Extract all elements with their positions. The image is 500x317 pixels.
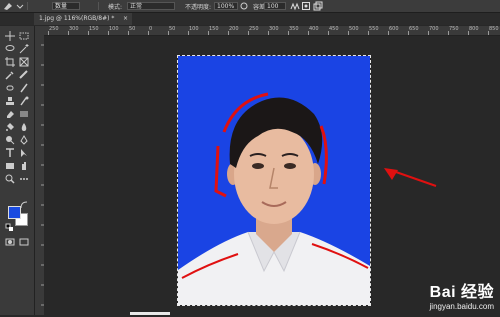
paint-bucket-icon[interactable] xyxy=(4,121,16,132)
opacity-field[interactable]: 100% xyxy=(214,2,238,10)
spot-heal-icon[interactable] xyxy=(4,82,16,93)
ruler-icon[interactable] xyxy=(18,69,30,80)
gradient-icon[interactable] xyxy=(18,108,30,119)
default-colors-icon[interactable] xyxy=(4,222,16,233)
quick-mask-icon[interactable] xyxy=(4,236,16,247)
mode-select[interactable]: 正常 xyxy=(127,2,175,10)
horizontal-ruler: 250 300 150 100 50 0 50 100 150 200 250 300 350 400 45… xyxy=(44,26,500,36)
opacity-label: 不透明度: xyxy=(185,4,212,11)
portrait-photo[interactable] xyxy=(177,55,371,306)
tolerance-field[interactable]: 100 xyxy=(264,2,286,10)
document-tab-bar: 1.jpg @ 116%(RGB/8#) * × xyxy=(0,13,500,25)
swap-colors-icon[interactable] xyxy=(18,199,30,210)
contiguous-icon[interactable] xyxy=(301,1,311,11)
stamp-icon[interactable] xyxy=(4,95,16,106)
document-tab[interactable]: 1.jpg @ 116%(RGB/8#) * × xyxy=(34,13,132,25)
options-bar: 数量 模式: 正常 不透明度: 100% 容差: 100 xyxy=(0,0,500,13)
close-tab-icon[interactable]: × xyxy=(123,13,128,25)
rectangle-icon[interactable] xyxy=(4,160,16,171)
tool-preset-dropdown-icon[interactable] xyxy=(16,1,24,11)
zoom-icon[interactable] xyxy=(4,173,16,184)
baidu-watermark: Bai 经验 jingyan.baidu.com xyxy=(430,278,494,311)
watermark-main: Bai 经验 xyxy=(429,284,494,301)
path-select-icon[interactable] xyxy=(18,147,30,158)
magic-wand-icon[interactable] xyxy=(18,43,30,54)
magic-eraser-tool-icon[interactable] xyxy=(3,1,13,11)
tools-panel xyxy=(0,26,35,315)
eyedropper-icon[interactable] xyxy=(4,69,16,80)
dodge-icon[interactable] xyxy=(4,134,16,145)
document-canvas[interactable]: Bai 经验 jingyan.baidu.com xyxy=(44,36,500,315)
edit-toolbar-icon[interactable] xyxy=(18,173,30,184)
type-icon[interactable] xyxy=(4,147,16,158)
pressure-opacity-icon[interactable] xyxy=(239,1,249,11)
crop-icon[interactable] xyxy=(4,56,16,67)
ruler-corner xyxy=(35,26,44,35)
mode-label: 模式: xyxy=(108,4,123,11)
sample-all-layers-icon[interactable] xyxy=(313,1,323,11)
eraser-icon[interactable] xyxy=(4,108,16,119)
preset-field[interactable]: 数量 xyxy=(52,2,80,10)
brush-icon[interactable] xyxy=(18,82,30,93)
anti-alias-icon[interactable] xyxy=(290,1,300,11)
frame-icon[interactable] xyxy=(18,56,30,67)
annotation-arrow-icon xyxy=(384,168,437,187)
screen-mode-icon[interactable] xyxy=(18,236,30,247)
hand-icon[interactable] xyxy=(18,160,30,171)
pen-icon[interactable] xyxy=(18,134,30,145)
history-brush-icon[interactable] xyxy=(18,95,30,106)
blur-icon[interactable] xyxy=(18,121,30,132)
marquee-icon[interactable] xyxy=(18,30,30,41)
move-icon[interactable] xyxy=(4,30,16,41)
lasso-icon[interactable] xyxy=(4,43,16,54)
watermark-url: jingyan.baidu.com xyxy=(429,302,494,311)
document-tab-title: 1.jpg @ 116%(RGB/8#) * xyxy=(39,15,115,22)
